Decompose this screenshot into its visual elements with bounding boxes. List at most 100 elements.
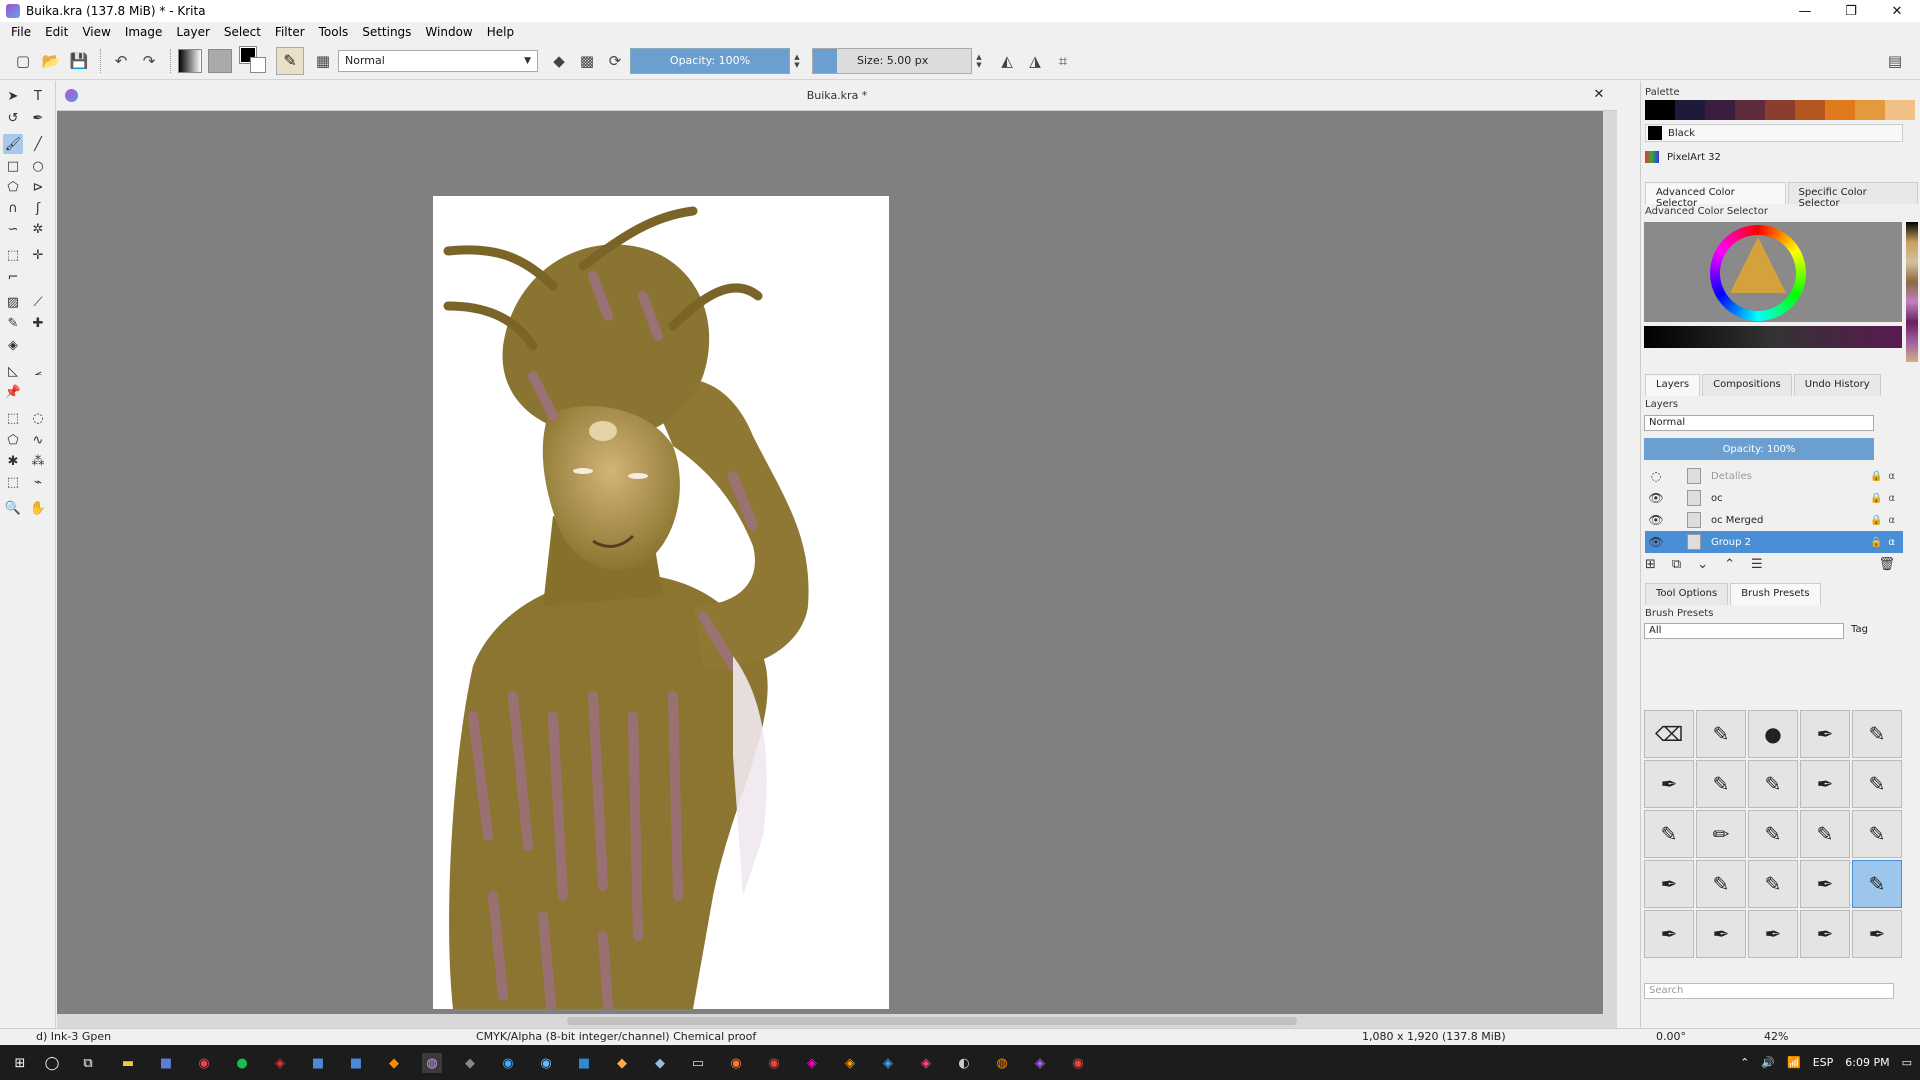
brush-preset-smudge[interactable]: ✒ [1800,710,1850,758]
eye-icon[interactable]: 👁 [1645,491,1667,505]
fill-tool-icon[interactable]: ◈ [3,335,23,355]
color-history-strip[interactable] [1906,222,1918,362]
brush-preset-blue-pencil[interactable]: ✏ [1696,810,1746,858]
gradient-tool-icon[interactable]: ▨ [3,292,23,312]
status-rotation[interactable]: 0.00° [1656,1030,1686,1043]
color-triangle[interactable] [1730,237,1786,293]
task-view-icon[interactable]: ⧉ [78,1053,98,1073]
tag-button[interactable]: Tag [1851,623,1891,639]
pan-tool-icon[interactable]: ✋ [28,498,48,518]
brush-preset-eraser[interactable]: ⌫ [1644,710,1694,758]
size-spinner[interactable]: ▲ ▼ [974,48,984,74]
notifications-icon[interactable]: ▭ [1902,1056,1912,1069]
calligraphy-tool-icon[interactable]: ✒ [28,108,48,128]
menu-settings[interactable]: Settings [355,25,418,39]
text-tool-icon[interactable]: T [28,86,48,106]
redo-icon[interactable]: ↷ [136,48,162,74]
menu-edit[interactable]: Edit [38,25,75,39]
palette-swatch[interactable] [1705,100,1735,120]
menu-layer[interactable]: Layer [169,25,216,39]
multibrush-tool-icon[interactable]: ✲ [28,219,48,239]
dynamic-brush-tool-icon[interactable]: ∽ [3,219,23,239]
horizontal-scroll-thumb[interactable] [567,1017,1297,1025]
zoom-tool-icon[interactable]: 🔍 [3,498,23,518]
opacity-spinner[interactable]: ▲ ▼ [792,48,802,74]
edit-shapes-tool-icon[interactable]: ↺ [3,108,23,128]
close-window-button[interactable]: ✕ [1874,0,1920,22]
taskbar-app-icon[interactable]: ◆ [384,1053,404,1073]
smart-patch-tool-icon[interactable]: ✚ [28,313,48,333]
palette-swatch[interactable] [1795,100,1825,120]
brush-preset-ink[interactable]: ✎ [1852,710,1902,758]
brush-preset-ink-2[interactable]: ✒ [1644,910,1694,958]
duplicate-layer-icon[interactable]: ⧉ [1672,557,1681,577]
tab-tool-options[interactable]: Tool Options [1645,583,1729,605]
canvas-artwork[interactable] [433,196,889,1009]
taskbar-app-icon[interactable]: ◆ [650,1053,670,1073]
background-color-swatch[interactable] [250,56,266,73]
alpha-icon[interactable]: α [1888,515,1895,526]
dock-toggle-icon[interactable]: ▤ [1882,48,1908,74]
firefox-icon[interactable]: ◉ [726,1053,746,1073]
transform-tool-icon[interactable]: ⬚ [3,245,23,265]
chrome-icon[interactable]: ◉ [1068,1053,1088,1073]
freehand-path-tool-icon[interactable]: ʃ [28,198,48,218]
palette-swatch[interactable] [1765,100,1795,120]
bezier-curve-tool-icon[interactable]: ∩ [3,198,23,218]
reload-preset-icon[interactable]: ⟳ [602,48,628,74]
chrome-icon[interactable]: ◉ [764,1053,784,1073]
tab-compositions[interactable]: Compositions [1702,374,1792,396]
elliptical-selection-tool-icon[interactable]: ◌ [28,408,48,428]
brush-preset-pen[interactable]: ✒ [1800,760,1850,808]
taskbar-app-icon[interactable]: ■ [346,1053,366,1073]
document-tab-title[interactable]: Buika.kra * [807,89,868,102]
adobe-xd-icon[interactable]: ◈ [802,1053,822,1073]
mirror-vertical-icon[interactable]: ◮ [1022,48,1048,74]
crop-tool-icon[interactable]: ⌐ [3,267,23,287]
similar-color-selection-tool-icon[interactable]: ⁂ [28,451,48,471]
layer-row[interactable]: ◌ Detalles 🔒 α [1645,465,1903,487]
brush-preset-marker[interactable]: ✒ [1644,760,1694,808]
move-layer-up-icon[interactable]: ⌃ [1724,557,1735,577]
move-layer-down-icon[interactable]: ⌄ [1697,557,1708,577]
eraser-mode-icon[interactable]: ◆ [546,48,572,74]
chrome-icon[interactable]: ◉ [194,1053,214,1073]
color-picker-tool-icon[interactable]: ⟋ [28,292,48,312]
menu-help[interactable]: Help [480,25,521,39]
horizontal-scrollbar[interactable] [57,1014,1617,1028]
wrap-around-icon[interactable]: ⌗ [1050,48,1076,74]
brush-preset-brush[interactable]: ✒ [1748,910,1798,958]
brush-preset-technical[interactable]: ✒ [1800,860,1850,908]
opacity-slider[interactable]: Opacity: 100% [630,47,790,74]
krita-taskbar-icon[interactable]: ◍ [422,1053,442,1073]
layer-blend-mode-select[interactable]: Normal [1644,415,1874,431]
layer-row[interactable]: 👁 oc Merged 🔒 α [1645,509,1903,531]
brush-preset-fine[interactable]: ✎ [1852,760,1902,808]
file-explorer-icon[interactable]: ▬ [118,1053,138,1073]
brush-preset-dip-pen[interactable]: ✒ [1644,860,1694,908]
delete-layer-icon[interactable]: 🗑 [1878,557,1895,577]
taskbar-app-icon[interactable]: ◉ [536,1053,556,1073]
brush-preset-calligraphy[interactable]: ✎ [1748,860,1798,908]
taskbar-app-icon[interactable]: ■ [574,1053,594,1073]
palette-swatch[interactable] [1855,100,1885,120]
color-wheel-area[interactable] [1644,222,1902,322]
tab-brush-presets[interactable]: Brush Presets [1730,583,1821,605]
foreground-background-color-selector[interactable] [239,45,268,75]
brush-preset-ink-3[interactable]: ✒ [1696,910,1746,958]
rectangular-selection-tool-icon[interactable]: ⬚ [3,408,23,428]
taskbar-app-icon[interactable]: ▭ [688,1053,708,1073]
brush-editor-icon[interactable]: ▦ [310,48,336,74]
tab-specific-color-selector[interactable]: Specific Color Selector [1787,182,1918,209]
tab-advanced-color-selector[interactable]: Advanced Color Selector [1645,182,1786,209]
palette-swatch[interactable] [1645,100,1675,120]
alpha-icon[interactable]: α [1888,471,1895,482]
line-tool-icon[interactable]: ╱ [28,134,48,154]
volume-icon[interactable]: 🔊 [1761,1056,1775,1069]
minimize-button[interactable]: — [1782,0,1828,22]
taskbar-app-icon[interactable]: ◆ [460,1053,480,1073]
menu-select[interactable]: Select [217,25,268,39]
new-document-icon[interactable]: ▢ [10,48,36,74]
tab-layers[interactable]: Layers [1645,374,1701,396]
status-zoom[interactable]: 42% [1764,1030,1788,1043]
